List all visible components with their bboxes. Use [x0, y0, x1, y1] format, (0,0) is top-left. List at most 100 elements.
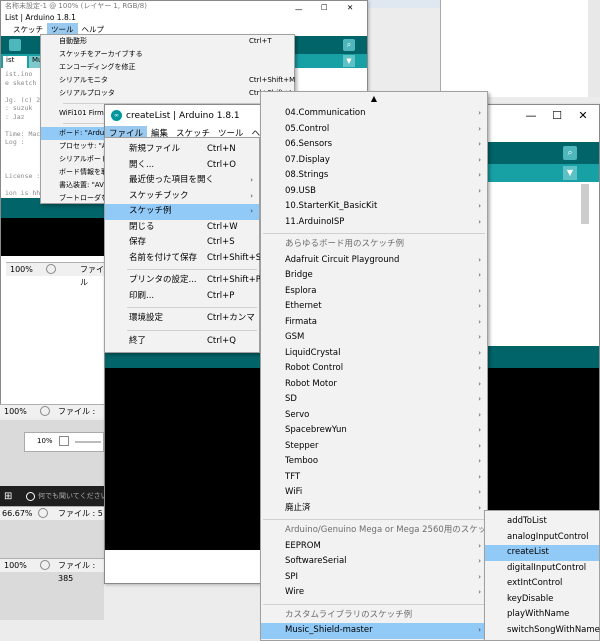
bg-close-icon[interactable]: ✕	[347, 3, 353, 12]
bg-minimize-icon[interactable]: —	[295, 5, 303, 14]
examples-item-wire[interactable]: Wire ›	[261, 585, 487, 601]
examples-item-firmata[interactable]: Firmata ›	[261, 315, 487, 331]
examples-item-spi[interactable]: SPI ›	[261, 570, 487, 586]
music-item-keydisable[interactable]: keyDisable	[485, 592, 599, 608]
menu-label: TFT	[285, 471, 301, 482]
status-zoom[interactable]: 100%	[0, 561, 27, 570]
examples-item-liquidcrystal[interactable]: LiquidCrystal ›	[261, 346, 487, 362]
tab-menu-icon[interactable]: ▼	[563, 166, 577, 180]
examples-item-adafruit-circuit-playground[interactable]: Adafruit Circuit Playground ›	[261, 253, 487, 269]
close-icon[interactable]: ✕	[569, 105, 597, 126]
file-menu-item-new[interactable]: 新規ファイル Ctrl+N	[105, 142, 259, 158]
examples-item-eeprom[interactable]: EEPROM ›	[261, 539, 487, 555]
music-item-digitalinputcontrol[interactable]: digitalInputControl	[485, 561, 599, 577]
file-menu-item-recent[interactable]: 最近使った項目を開く ›	[105, 173, 259, 189]
examples-item-05-control[interactable]: 05.Control ›	[261, 122, 487, 138]
tools-menu-item[interactable]: シリアルプロッタCtrl+Shift+L	[41, 87, 294, 100]
submenu-arrow-icon: ›	[478, 202, 481, 210]
examples-item-sd[interactable]: SD ›	[261, 392, 487, 408]
tools-menu-item[interactable]: 自動整形 Ctrl+T	[41, 35, 294, 48]
menu-separator	[263, 519, 485, 520]
menu-label: 開く...	[129, 159, 155, 170]
examples-item-stepper[interactable]: Stepper ›	[261, 439, 487, 455]
music-item-switchsongwithname[interactable]: switchSongWithName	[485, 623, 600, 639]
examples-item-spacebrewyun[interactable]: SpacebrewYun ›	[261, 423, 487, 439]
file-menu: 新規ファイル Ctrl+N 開く... Ctrl+O 最近使った項目を開く › スケッ…	[104, 137, 261, 353]
status-nav-icon[interactable]	[38, 508, 48, 518]
music-item-createlist[interactable]: createList	[485, 545, 599, 561]
examples-item-softwareserial[interactable]: SoftwareSerial ›	[261, 554, 487, 570]
music-item-addtolist[interactable]: addToList	[485, 514, 599, 530]
examples-item-tft[interactable]: TFT ›	[261, 470, 487, 486]
minimize-icon[interactable]: —	[517, 105, 545, 126]
examples-item-ethernet[interactable]: Ethernet ›	[261, 299, 487, 315]
bg-maximize-icon[interactable]: ☐	[321, 3, 328, 12]
examples-item-09-usb[interactable]: 09.USB ›	[261, 184, 487, 200]
examples-item-bridge[interactable]: Bridge ›	[261, 268, 487, 284]
examples-item-07-display[interactable]: 07.Display ›	[261, 153, 487, 169]
scroll-up-icon[interactable]: ▲	[261, 92, 487, 106]
menu-label: Robot Motor	[285, 378, 337, 389]
examples-item-item[interactable]: 廃止済 ›	[261, 501, 487, 517]
bg-small-window: 10%	[24, 432, 104, 452]
menu-label: Stepper	[285, 440, 319, 451]
menu-label: 終了	[129, 335, 147, 346]
status-nav-icon[interactable]	[40, 560, 50, 570]
maximize-icon[interactable]: ☐	[543, 105, 571, 126]
music-item-analoginputcontrol[interactable]: analogInputControl	[485, 530, 599, 546]
submenu-arrow-icon: ›	[250, 207, 253, 215]
status-zoom[interactable]: 66.67%	[0, 509, 33, 518]
file-menu-item-save-as[interactable]: 名前を付けて保存 Ctrl+Shift+S	[105, 251, 261, 267]
file-menu-item-close[interactable]: 閉じる Ctrl+W	[105, 220, 259, 236]
music-item-playwithname[interactable]: playWithName	[485, 607, 599, 623]
file-menu-item-print[interactable]: 印刷... Ctrl+P	[105, 289, 259, 305]
examples-item-06-sensors[interactable]: 06.Sensors ›	[261, 137, 487, 153]
bg-tab-active[interactable]: ist	[3, 56, 27, 68]
examples-item-04-communication[interactable]: 04.Communication ›	[261, 106, 487, 122]
examples-item-robot-control[interactable]: Robot Control ›	[261, 361, 487, 377]
serial-monitor-icon[interactable]: ⌕	[563, 146, 577, 160]
menu-label: createList	[507, 547, 549, 557]
examples-header-any-board: あらゆるボード用のスケッチ例	[285, 239, 405, 249]
examples-item-robot-motor[interactable]: Robot Motor ›	[261, 377, 487, 393]
examples-item-esplora[interactable]: Esplora ›	[261, 284, 487, 300]
submenu-arrow-icon: ›	[478, 302, 481, 310]
status-nav-icon[interactable]	[46, 264, 56, 274]
file-menu-item-sketchbook[interactable]: スケッチブック ›	[105, 189, 259, 205]
examples-item-wifi[interactable]: WiFi ›	[261, 485, 487, 501]
status-file: ファイル :	[58, 407, 96, 416]
bg-verify-icon[interactable]	[9, 39, 21, 51]
status-zoom[interactable]: 100%	[0, 407, 27, 416]
tools-menu-item[interactable]: スケッチをアーカイブする	[41, 48, 294, 61]
code-scrollbar[interactable]	[581, 184, 589, 224]
status-zoom[interactable]: 100%	[6, 265, 33, 274]
menu-label: 環境設定	[129, 313, 164, 323]
bg-tab-menu-icon[interactable]: ▼	[343, 55, 355, 67]
menu-label: WiFi	[285, 487, 303, 497]
music-item-extintcontrol[interactable]: extIntControl	[485, 576, 599, 592]
examples-item-11-arduinoisp[interactable]: 11.ArduinoISP ›	[261, 215, 487, 231]
file-menu-item-examples[interactable]: スケッチ例 ›	[105, 204, 259, 220]
examples-item-music-shield-master[interactable]: Music_Shield-master ›	[261, 623, 487, 639]
examples-item-10-starterkit-basickit[interactable]: 10.StarterKit_BasicKit ›	[261, 199, 487, 215]
file-menu-item-page-setup[interactable]: プリンタの設定... Ctrl+Shift+P	[105, 273, 261, 289]
cortana-icon[interactable]	[26, 492, 35, 501]
examples-item-08-strings[interactable]: 08.Strings ›	[261, 168, 487, 184]
windows-start-icon[interactable]: ⊞	[4, 492, 14, 502]
menu-label: Adafruit Circuit Playground	[285, 254, 400, 265]
file-menu-item-quit[interactable]: 終了 Ctrl+Q	[105, 334, 259, 350]
tools-menu-item[interactable]: エンコーディングを修正	[41, 61, 294, 74]
submenu-arrow-icon: ›	[478, 488, 481, 496]
examples-item-gsm[interactable]: GSM ›	[261, 330, 487, 346]
file-menu-item-save[interactable]: 保存 Ctrl+S	[105, 235, 259, 251]
bg-serial-monitor-icon[interactable]: ⌕	[343, 39, 355, 51]
bg-scroll-right[interactable]	[588, 0, 600, 97]
tools-menu-item[interactable]: シリアルモニタ Ctrl+Shift+M	[41, 74, 295, 87]
file-menu-item-preferences[interactable]: 環境設定 Ctrl+カンマ	[105, 311, 259, 327]
examples-item-servo[interactable]: Servo ›	[261, 408, 487, 424]
file-menu-item-open[interactable]: 開く... Ctrl+O	[105, 158, 259, 174]
submenu-arrow-icon: ›	[478, 271, 481, 279]
taskbar-search-input[interactable]: 何でも聞いてください	[38, 491, 108, 501]
status-nav-icon[interactable]	[40, 406, 50, 416]
examples-item-temboo[interactable]: Temboo ›	[261, 454, 487, 470]
